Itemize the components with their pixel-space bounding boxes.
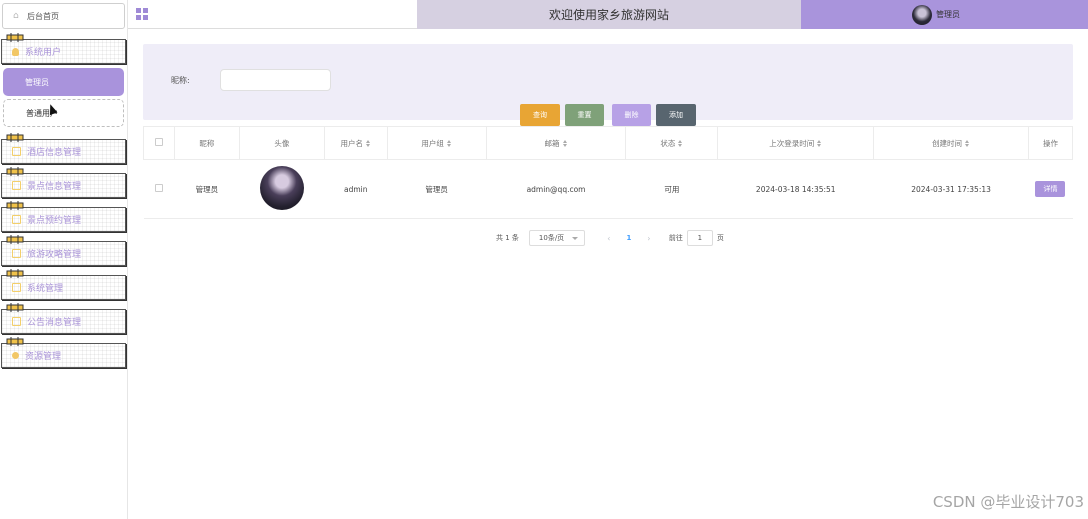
sidebar-item-scenic-booking[interactable]: 景点预约管理 [1, 201, 126, 232]
sidebar: ⌂ 后台首页 系统用户 管理员 普通用户 酒店信息管理 景点信息管理 景点预约管… [0, 0, 128, 519]
cell-last-login: 2024-03-18 14:35:51 [717, 159, 874, 219]
select-all-cell[interactable] [143, 126, 175, 160]
add-button[interactable]: 添加 [656, 104, 696, 126]
sidebar-item-label: 系统管理 [27, 284, 64, 294]
home-icon: ⌂ [13, 10, 19, 21]
goto-page-input[interactable]: 1 [686, 230, 713, 246]
sidebar-item-label: 系统用户 [25, 48, 62, 58]
clip-icon [6, 33, 24, 42]
main-content: 昵称: 查询 重置 删除 添加 昵称 头像 用户名 用户组 邮箱 状态 上次登录… [128, 29, 1088, 519]
sidebar-item-label: 资源管理 [25, 352, 62, 362]
cell-created: 2024-03-31 17:35:13 [873, 159, 1029, 219]
page-number-current[interactable]: 1 [619, 234, 639, 242]
column-header[interactable]: 用户名 [323, 126, 388, 160]
table-row: 管理员 admin 管理员 admin@qq.com 可用 2024-03-18… [143, 159, 1073, 219]
sort-icon[interactable] [965, 140, 970, 147]
folder-icon [12, 181, 21, 190]
select-all-checkbox[interactable] [154, 138, 163, 146]
user-table: 昵称 头像 用户名 用户组 邮箱 状态 上次登录时间 创建时间 操作 管理员 a… [143, 126, 1074, 219]
reset-button[interactable]: 重置 [565, 104, 604, 126]
column-header[interactable]: 上次登录时间 [717, 126, 875, 160]
column-header: 昵称 [173, 126, 240, 160]
cell-username: admin [324, 159, 388, 219]
avatar [259, 166, 304, 210]
user-name: 管理员 [936, 10, 960, 19]
detail-button[interactable]: 详情 [1035, 181, 1066, 197]
sort-icon[interactable] [366, 140, 371, 147]
cell-group: 管理员 [387, 159, 487, 219]
cell-email: admin@qq.com [486, 159, 626, 219]
sidebar-item-travel-guide[interactable]: 旅游攻略管理 [1, 235, 126, 266]
sidebar-item-scenic-info[interactable]: 景点信息管理 [1, 167, 126, 198]
folder-icon [12, 215, 21, 224]
page-suffix: 页 [716, 234, 724, 242]
column-header: 操作 [1027, 126, 1074, 160]
user-menu[interactable]: 管理员 [801, 0, 1088, 29]
pager-total: 共 1 条 [496, 234, 519, 242]
table-header-row: 昵称 头像 用户名 用户组 邮箱 状态 上次登录时间 创建时间 操作 [143, 126, 1074, 160]
clip-icon [6, 269, 24, 278]
menu-grid-icon[interactable] [136, 8, 148, 20]
clip-icon [6, 235, 24, 244]
sidebar-item-hotel[interactable]: 酒店信息管理 [1, 133, 126, 164]
nickname-label: 昵称: [171, 76, 190, 85]
folder-icon [12, 283, 21, 292]
sidebar-item-label: 公告消息管理 [27, 318, 82, 328]
top-bar-left [128, 0, 417, 29]
sort-icon[interactable] [817, 140, 822, 147]
column-header: 头像 [238, 126, 325, 160]
next-page-icon[interactable]: › [639, 234, 659, 243]
sidebar-item-label: 旅游攻略管理 [27, 250, 82, 260]
row-checkbox[interactable] [154, 184, 163, 192]
clip-icon [6, 133, 24, 142]
goto-label: 前往 [668, 234, 683, 242]
page-size-select[interactable]: 10条/页 [528, 230, 585, 246]
sidebar-item-label: 酒店信息管理 [27, 148, 82, 158]
column-header[interactable]: 用户组 [386, 126, 487, 160]
sidebar-subitem-normal-user[interactable]: 普通用户 [3, 99, 124, 127]
user-icon [12, 47, 19, 56]
cell-status: 可用 [625, 159, 718, 219]
clip-icon [6, 167, 24, 176]
cell-action: 详情 [1028, 159, 1073, 219]
cell-avatar [239, 159, 325, 219]
folder-icon [12, 317, 21, 326]
search-panel: 昵称: 查询 重置 删除 添加 [143, 44, 1073, 126]
top-bar: 欢迎使用家乡旅游网站 管理员 [128, 0, 1088, 29]
folder-icon [12, 147, 21, 156]
query-button[interactable]: 查询 [520, 104, 560, 126]
column-header[interactable]: 创建时间 [873, 126, 1029, 160]
sort-icon[interactable] [562, 140, 568, 147]
watermark: CSDN @毕业设计703 [932, 493, 1084, 511]
sidebar-subitem-admin[interactable]: 管理员 [3, 68, 124, 96]
sidebar-item-label: 景点预约管理 [27, 216, 82, 226]
sidebar-item-notice[interactable]: 公告消息管理 [1, 303, 126, 334]
prev-page-icon[interactable]: ‹ [599, 234, 619, 243]
clip-icon [6, 303, 24, 312]
site-title: 欢迎使用家乡旅游网站 [417, 0, 801, 29]
sidebar-subitem-label: 管理员 [25, 77, 49, 87]
column-header[interactable]: 邮箱 [485, 126, 627, 160]
nickname-input[interactable] [220, 69, 331, 91]
column-header[interactable]: 状态 [625, 126, 719, 160]
row-select-cell[interactable] [143, 159, 175, 219]
sidebar-item-system-users[interactable]: 系统用户 [1, 33, 126, 64]
sidebar-item-label: 后台首页 [27, 11, 59, 21]
avatar [912, 4, 932, 25]
sidebar-item-system[interactable]: 系统管理 [1, 269, 126, 300]
sidebar-item-resources[interactable]: 资源管理 [1, 337, 126, 368]
cell-nickname: 管理员 [174, 159, 240, 219]
bulb-icon [12, 352, 19, 359]
sidebar-item-label: 景点信息管理 [27, 182, 82, 192]
app-root: ⌂ 后台首页 系统用户 管理员 普通用户 酒店信息管理 景点信息管理 景点预约管… [0, 0, 1088, 519]
folder-icon [12, 249, 21, 258]
pagination: 共 1 条 10条/页 ‹ 1 › 前往 1 页 [496, 229, 724, 247]
clip-icon [6, 201, 24, 210]
sidebar-item-home[interactable]: ⌂ 后台首页 [2, 3, 125, 29]
clip-icon [6, 337, 24, 346]
sort-icon[interactable] [678, 140, 683, 147]
delete-button[interactable]: 删除 [612, 104, 651, 126]
sort-icon[interactable] [446, 140, 452, 147]
